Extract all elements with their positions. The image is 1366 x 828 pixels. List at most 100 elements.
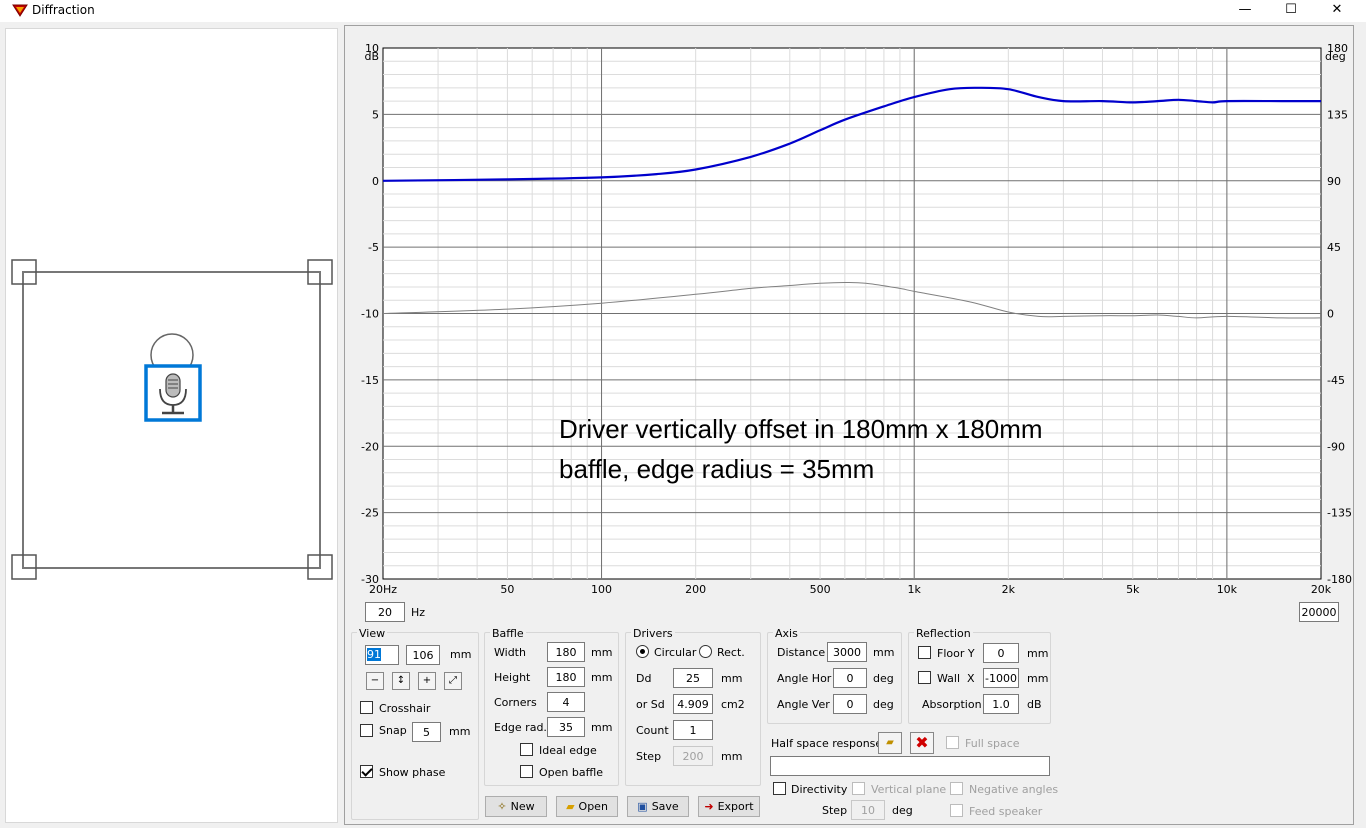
width-unit: mm [591, 646, 613, 659]
distance-label: Distance [777, 646, 826, 659]
view-y-input[interactable] [406, 645, 440, 665]
y-tick-label: -10 [361, 308, 379, 321]
negative-angles-label: Negative angles [969, 783, 1059, 796]
open-folder-icon[interactable]: ▰ [878, 732, 902, 754]
wall-label: Wall X [937, 672, 975, 685]
rect-radio[interactable] [699, 645, 712, 658]
half-space-path-input[interactable] [770, 756, 1050, 776]
sd-unit: cm2 [721, 698, 745, 711]
negative-angles-checkbox [950, 782, 963, 795]
directivity-checkbox[interactable] [773, 782, 786, 795]
x-tick-label: 5k [1126, 583, 1140, 596]
chart-grid [383, 48, 1321, 579]
y-tick-label: -5 [368, 241, 379, 254]
corners-label: Corners [494, 696, 537, 709]
circular-radio[interactable] [636, 645, 649, 658]
floor-checkbox[interactable] [918, 646, 931, 659]
dd-unit: mm [721, 672, 743, 685]
step-unit: mm [721, 750, 743, 763]
zoom-fit-icon[interactable]: ↕ [392, 672, 410, 690]
crosshair-label: Crosshair [379, 702, 431, 715]
distance-unit: mm [873, 646, 895, 659]
y2-tick-label: 0 [1327, 308, 1334, 321]
folder-icon: ▰ [566, 800, 575, 813]
dd-input[interactable] [673, 668, 713, 688]
y2-tick-label: 45 [1327, 241, 1341, 254]
x-tick-label: 100 [591, 583, 612, 596]
show-phase-checkbox[interactable] [360, 765, 373, 778]
y2-tick-label: -45 [1327, 374, 1345, 387]
angle-ver-unit: deg [873, 698, 894, 711]
zoom-in-icon[interactable]: + [418, 672, 436, 690]
corners-input[interactable] [547, 692, 585, 712]
minimize-button[interactable]: — [1222, 0, 1268, 22]
snap-checkbox[interactable] [360, 724, 373, 737]
y2-tick-label: -135 [1327, 507, 1352, 520]
delete-x-icon[interactable]: ✖ [910, 732, 934, 754]
open-baffle-label: Open baffle [539, 766, 604, 779]
drivers-group-label: Drivers [631, 627, 675, 640]
absorption-input[interactable] [983, 694, 1019, 714]
x-tick-label: 20k [1311, 583, 1332, 596]
y-tick-label: -15 [361, 374, 379, 387]
open-button[interactable]: ▰ Open [556, 796, 618, 817]
angle-hor-input[interactable] [833, 668, 867, 688]
snap-label: Snap [379, 724, 407, 737]
ideal-edge-label: Ideal edge [539, 744, 597, 757]
x-tick-label: 50 [500, 583, 514, 596]
height-unit: mm [591, 671, 613, 684]
wall-checkbox[interactable] [918, 671, 931, 684]
baffle-drawing [11, 259, 333, 580]
distance-input[interactable] [827, 642, 867, 662]
sd-input[interactable] [673, 694, 713, 714]
y-unit-label: dB [364, 50, 379, 63]
directivity-step-label: Step [822, 804, 848, 817]
close-button[interactable]: ✕ [1314, 0, 1360, 22]
height-input[interactable] [547, 667, 585, 687]
maximize-button[interactable]: ☐ [1268, 0, 1314, 22]
half-space-label: Half space response [771, 737, 883, 750]
directivity-step-input [851, 800, 885, 820]
full-space-label: Full space [965, 737, 1020, 750]
y2-tick-label: 90 [1327, 175, 1341, 188]
y-tick-label: 0 [372, 175, 379, 188]
new-button[interactable]: ✧ New [485, 796, 547, 817]
absorption-unit: dB [1027, 698, 1042, 711]
feed-speaker-checkbox [950, 804, 963, 817]
x-tick-label: 20Hz [369, 583, 397, 596]
save-button[interactable]: ▣ Save [627, 796, 689, 817]
main-panel: 10 5 0 -5 -10 -15 -20 -25 -30 180 135 90 45 0 -45 -90 -1… [344, 25, 1354, 825]
edge-radius-input[interactable] [547, 717, 585, 737]
floor-input[interactable] [983, 643, 1019, 663]
crosshair-checkbox[interactable] [360, 701, 373, 714]
wall-unit: mm [1027, 672, 1049, 685]
freq-min-input[interactable] [365, 602, 405, 622]
wall-input[interactable] [983, 668, 1019, 688]
zoom-extents-icon[interactable]: ⤢ [444, 672, 462, 690]
directivity-label: Directivity [791, 783, 848, 796]
y2-tick-label: -90 [1327, 440, 1345, 453]
width-input[interactable] [547, 642, 585, 662]
open-baffle-checkbox[interactable] [520, 765, 533, 778]
floor-unit: mm [1027, 647, 1049, 660]
count-input[interactable] [673, 720, 713, 740]
y2-tick-label: 135 [1327, 108, 1348, 121]
x-tick-label: 10k [1217, 583, 1238, 596]
freq-max-input[interactable] [1299, 602, 1339, 622]
step-input [673, 746, 713, 766]
view-unit-label: mm [450, 648, 472, 661]
ideal-edge-checkbox[interactable] [520, 743, 533, 756]
x-tick-label: 500 [810, 583, 831, 596]
freq-unit-label: Hz [411, 606, 426, 619]
angle-ver-input[interactable] [833, 694, 867, 714]
y-tick-label: 5 [372, 108, 379, 121]
baffle-view-canvas[interactable] [5, 28, 338, 823]
height-label: Height [494, 671, 531, 684]
snap-input[interactable] [412, 722, 441, 742]
x-tick-label: 200 [685, 583, 706, 596]
frequency-response-chart[interactable]: 1050-5-10-15-20-25-3018013590450-45-90-1… [345, 26, 1355, 598]
export-button[interactable]: ➜ Export [698, 796, 760, 817]
zoom-out-icon[interactable]: − [366, 672, 384, 690]
full-space-checkbox [946, 736, 959, 749]
dd-label: Dd [636, 672, 652, 685]
